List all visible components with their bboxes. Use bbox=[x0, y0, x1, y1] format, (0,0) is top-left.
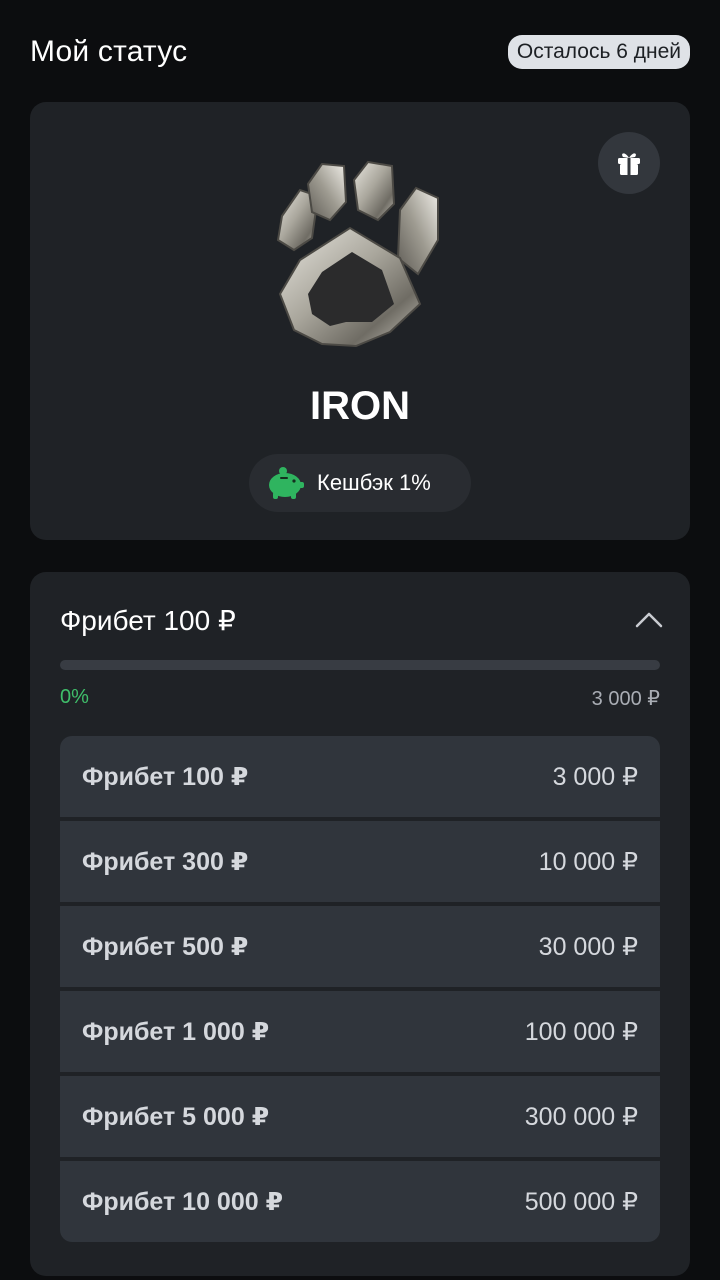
status-card: IRON Кешбэк 1% bbox=[30, 102, 690, 540]
gift-icon bbox=[618, 153, 640, 175]
chevron-up-icon[interactable] bbox=[634, 610, 664, 630]
level-name: Фрибет 300 ₽ bbox=[82, 847, 249, 876]
freebet-level-row: Фрибет 5 000 ₽ 300 000 ₽ bbox=[60, 1076, 660, 1157]
level-amount: 10 000 ₽ bbox=[538, 847, 638, 876]
level-name: Фрибет 10 000 ₽ bbox=[82, 1187, 283, 1216]
freebet-level-row: Фрибет 1 000 ₽ 100 000 ₽ bbox=[60, 991, 660, 1072]
level-amount: 3 000 ₽ bbox=[552, 762, 638, 791]
level-amount: 300 000 ₽ bbox=[524, 1102, 638, 1131]
level-name: Фрибет 500 ₽ bbox=[82, 932, 249, 961]
progress-labels: 0% 3 000 ₽ bbox=[60, 686, 660, 711]
header: Мой статус Осталось 6 дней bbox=[30, 28, 690, 76]
progress-target: 3 000 ₽ bbox=[591, 688, 660, 710]
cashback-label: Кешбэк 1% bbox=[317, 470, 431, 495]
level-name: Фрибет 100 ₽ bbox=[82, 762, 249, 791]
freebet-level-row: Фрибет 500 ₽ 30 000 ₽ bbox=[60, 906, 660, 987]
level-name: Фрибет 1 000 ₽ bbox=[82, 1017, 270, 1046]
status-level: IRON bbox=[310, 384, 410, 428]
freebet-card: Фрибет 100 ₽ 0% 3 000 ₽ Фрибет 100 ₽ 3 0… bbox=[30, 572, 690, 1276]
freebet-level-row: Фрибет 10 000 ₽ 500 000 ₽ bbox=[60, 1161, 660, 1242]
freebet-title: Фрибет 100 ₽ bbox=[60, 604, 236, 636]
page-title: Мой статус bbox=[30, 35, 188, 68]
freebet-level-row: Фрибет 300 ₽ 10 000 ₽ bbox=[60, 821, 660, 902]
level-amount: 100 000 ₽ bbox=[524, 1017, 638, 1046]
freebet-level-row: Фрибет 100 ₽ 3 000 ₽ bbox=[60, 736, 660, 817]
freebet-progress-bar bbox=[60, 660, 660, 670]
level-amount: 30 000 ₽ bbox=[538, 932, 638, 961]
gift-button[interactable] bbox=[598, 132, 660, 194]
days-left-badge: Осталось 6 дней bbox=[507, 35, 690, 69]
freebet-header[interactable]: Фрибет 100 ₽ bbox=[60, 600, 664, 640]
cashback-chip: Кешбэк 1% bbox=[249, 454, 471, 512]
level-name: Фрибет 5 000 ₽ bbox=[82, 1102, 270, 1131]
iron-paw-badge bbox=[276, 160, 439, 348]
freebet-levels-list: Фрибет 100 ₽ 3 000 ₽ Фрибет 300 ₽ 10 000… bbox=[60, 736, 660, 1242]
progress-percent: 0% bbox=[60, 686, 89, 708]
level-amount: 500 000 ₽ bbox=[524, 1187, 638, 1216]
piggy-bank-icon bbox=[269, 467, 304, 499]
